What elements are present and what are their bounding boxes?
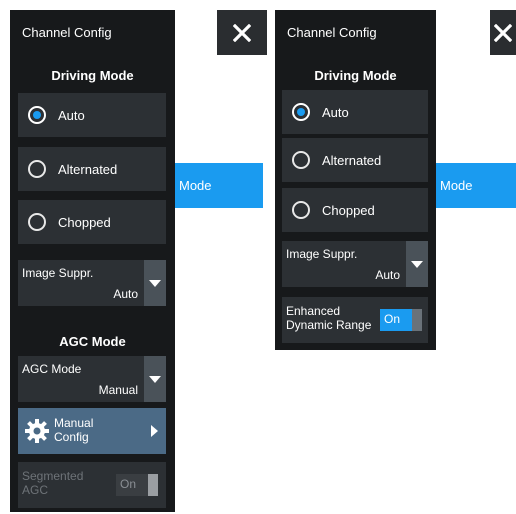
close-button[interactable] bbox=[217, 10, 267, 55]
segmented-agc-label: Segmented AGC bbox=[22, 469, 83, 497]
agc-mode-value: Manual bbox=[98, 383, 138, 397]
radio-label: Auto bbox=[58, 107, 85, 123]
radio-auto[interactable]: Auto bbox=[18, 93, 166, 137]
driving-mode-heading: Driving Mode bbox=[51, 68, 134, 83]
radio-unselected-icon bbox=[28, 213, 46, 231]
image-suppr-label: Image Suppr. bbox=[286, 247, 358, 261]
toggle-knob bbox=[412, 309, 422, 331]
image-suppr-value: Auto bbox=[375, 268, 400, 282]
manual-config-label: Manual Config bbox=[54, 416, 134, 444]
chevron-down-icon[interactable] bbox=[144, 260, 166, 306]
channel-config-panel-left: Channel Config Driving Mode Auto Alterna… bbox=[10, 10, 175, 512]
panel-title: Channel Config bbox=[287, 25, 377, 40]
radio-label: Alternated bbox=[58, 161, 118, 177]
radio-chopped[interactable]: Chopped bbox=[18, 200, 166, 244]
gear-icon bbox=[25, 419, 49, 443]
radio-label: Chopped bbox=[58, 214, 111, 230]
enhanced-dynamic-range-row[interactable]: Enhanced Dynamic Range On bbox=[282, 297, 428, 343]
segmented-agc-line1: Segmented bbox=[22, 469, 84, 483]
chevron-down-icon[interactable] bbox=[144, 356, 166, 402]
mode-tab-left[interactable]: Mode bbox=[175, 163, 263, 208]
radio-label: Auto bbox=[322, 104, 349, 120]
image-suppr-dropdown[interactable]: Image Suppr. Auto bbox=[18, 260, 166, 306]
radio-auto[interactable]: Auto bbox=[282, 90, 428, 134]
image-suppr-value: Auto bbox=[113, 287, 138, 301]
toggle-state: On bbox=[120, 477, 137, 491]
close-icon bbox=[233, 23, 251, 42]
manual-config-button[interactable]: Manual Config bbox=[18, 408, 166, 454]
radio-alternated[interactable]: Alternated bbox=[282, 138, 428, 182]
radio-label: Alternated bbox=[322, 152, 382, 168]
panel-title: Channel Config bbox=[22, 25, 112, 40]
manual-config-line2: Config bbox=[54, 430, 89, 444]
close-icon bbox=[494, 23, 512, 42]
segmented-agc-row: Segmented AGC On bbox=[18, 462, 166, 508]
radio-selected-icon bbox=[292, 103, 310, 121]
driving-mode-heading: Driving Mode bbox=[314, 68, 397, 83]
radio-chopped[interactable]: Chopped bbox=[282, 188, 428, 232]
segmented-agc-line2: AGC bbox=[22, 483, 49, 497]
titlebar: Channel Config bbox=[10, 10, 175, 55]
agc-mode-heading: AGC Mode bbox=[59, 334, 126, 349]
toggle-state: On bbox=[384, 312, 401, 326]
channel-config-panel-right: Channel Config Driving Mode Auto Alterna… bbox=[275, 10, 436, 350]
close-button[interactable] bbox=[490, 10, 516, 55]
radio-unselected-icon bbox=[292, 151, 310, 169]
radio-selected-icon bbox=[28, 106, 46, 124]
image-suppr-dropdown[interactable]: Image Suppr. Auto bbox=[282, 241, 428, 287]
enhanced-line2: Dynamic Range bbox=[286, 318, 372, 332]
titlebar: Channel Config bbox=[275, 10, 436, 55]
radio-alternated[interactable]: Alternated bbox=[18, 147, 166, 191]
segmented-agc-toggle: On bbox=[116, 474, 158, 496]
image-suppr-label: Image Suppr. bbox=[22, 266, 94, 280]
enhanced-dynamic-range-label: Enhanced Dynamic Range bbox=[286, 304, 371, 332]
manual-config-line1: Manual bbox=[54, 416, 94, 430]
mode-tab-right[interactable]: Mode bbox=[436, 163, 516, 208]
chevron-right-icon bbox=[151, 425, 158, 437]
toggle-knob bbox=[148, 474, 158, 496]
radio-label: Chopped bbox=[322, 202, 375, 218]
agc-mode-label: AGC Mode bbox=[22, 362, 82, 376]
enhanced-dynamic-range-toggle[interactable]: On bbox=[380, 309, 422, 331]
radio-unselected-icon bbox=[28, 160, 46, 178]
agc-mode-dropdown[interactable]: AGC Mode Manual bbox=[18, 356, 166, 402]
radio-unselected-icon bbox=[292, 201, 310, 219]
chevron-down-icon[interactable] bbox=[406, 241, 428, 287]
enhanced-line1: Enhanced bbox=[286, 304, 341, 318]
